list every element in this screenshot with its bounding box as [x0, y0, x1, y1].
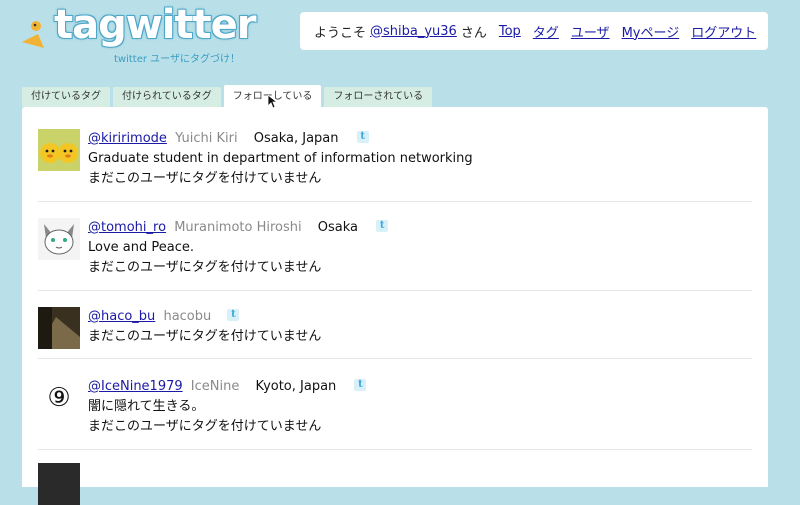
user-location: Osaka, Japan: [253, 131, 339, 146]
nav-mypage-link[interactable]: Myページ: [622, 22, 680, 41]
nav-logout-link[interactable]: ログアウト: [691, 22, 756, 41]
twitter-icon[interactable]: t: [376, 220, 389, 232]
avatar[interactable]: [38, 129, 80, 171]
user-full-name: IceNine: [190, 379, 240, 394]
tab-bar: 付けているタグ 付けられているタグ フォローしている フォローされている: [22, 85, 435, 107]
user-info: @tomohi_ro Muranimoto Hiroshi Osaka t Lo…: [88, 218, 752, 278]
tag-status: まだこのユーザにタグを付けていません: [88, 260, 322, 275]
user-list-item: @tomohi_ro Muranimoto Hiroshi Osaka t Lo…: [38, 218, 752, 291]
user-full-name: hacobu: [163, 309, 212, 324]
logo-wordmark: tagwitter: [54, 2, 257, 48]
current-user-link[interactable]: @shiba_yu36: [370, 24, 457, 39]
user-info: @kiririmode Yuichi Kiri Osaka, Japan t G…: [88, 129, 752, 189]
nav-user-link[interactable]: ユーザ: [571, 22, 610, 41]
user-full-name: Yuichi Kiri: [175, 131, 238, 146]
nav-top-link[interactable]: Top: [499, 24, 521, 39]
user-list-panel: @kiririmode Yuichi Kiri Osaka, Japan t G…: [22, 107, 768, 505]
user-nav-box: ようこそ @shiba_yu36 さん Top タグ ユーザ Myページ ログア…: [300, 12, 768, 50]
user-handle-link[interactable]: @kiririmode: [88, 131, 167, 146]
user-handle-link[interactable]: @IceNine1979: [88, 379, 183, 394]
user-info: @haco_bu hacobu t まだこのユーザにタグを付けていません: [88, 307, 752, 347]
avatar[interactable]: [38, 218, 80, 260]
tag-status: まだこのユーザにタグを付けていません: [88, 329, 322, 344]
user-bio: Graduate student in department of inform…: [88, 151, 473, 166]
user-full-name: Muranimoto Hiroshi: [174, 220, 302, 235]
user-list-item: @kiririmode Yuichi Kiri Osaka, Japan t G…: [38, 129, 752, 202]
nav-tag-link[interactable]: タグ: [533, 22, 559, 41]
twitter-icon[interactable]: t: [356, 131, 369, 143]
user-info: @IceNine1979 IceNine Kyoto, Japan t 闇に隠れ…: [88, 377, 752, 437]
user-list-item: ⑨ @IceNine1979 IceNine Kyoto, Japan t 闇に…: [38, 377, 752, 450]
user-bio: 闇に隠れて生きる。: [88, 399, 205, 414]
avatar-glyph: ⑨: [47, 383, 71, 413]
welcome-prefix: ようこそ: [314, 25, 367, 41]
avatar[interactable]: [38, 307, 80, 349]
tab-tags-received[interactable]: 付けられているタグ: [113, 87, 221, 107]
user-bio: Love and Peace.: [88, 240, 194, 255]
twitter-icon[interactable]: t: [354, 379, 367, 391]
user-list-item: @haco_bu hacobu t まだこのユーザにタグを付けていません: [38, 307, 752, 359]
avatar[interactable]: ⑨: [38, 377, 80, 419]
mouse-cursor-icon: [268, 95, 278, 109]
bird-logo-icon: [22, 21, 44, 48]
user-handle-link[interactable]: @tomohi_ro: [88, 220, 166, 235]
tab-tags-given[interactable]: 付けているタグ: [22, 87, 110, 107]
tab-followers[interactable]: フォローされている: [324, 87, 433, 107]
user-handle-link[interactable]: @haco_bu: [88, 309, 155, 324]
site-logo[interactable]: tagwitter twitter ユーザにタグづけ！: [18, 2, 258, 65]
tag-status: まだこのユーザにタグを付けていません: [88, 419, 322, 434]
logo-tagline: twitter ユーザにタグづけ！: [114, 54, 240, 65]
user-location: Kyoto, Japan: [255, 379, 337, 394]
twitter-icon[interactable]: t: [227, 309, 240, 321]
avatar[interactable]: [38, 463, 80, 505]
tag-status: まだこのユーザにタグを付けていません: [88, 171, 322, 186]
welcome-suffix: さん: [460, 25, 487, 41]
user-location: Osaka: [317, 220, 359, 235]
